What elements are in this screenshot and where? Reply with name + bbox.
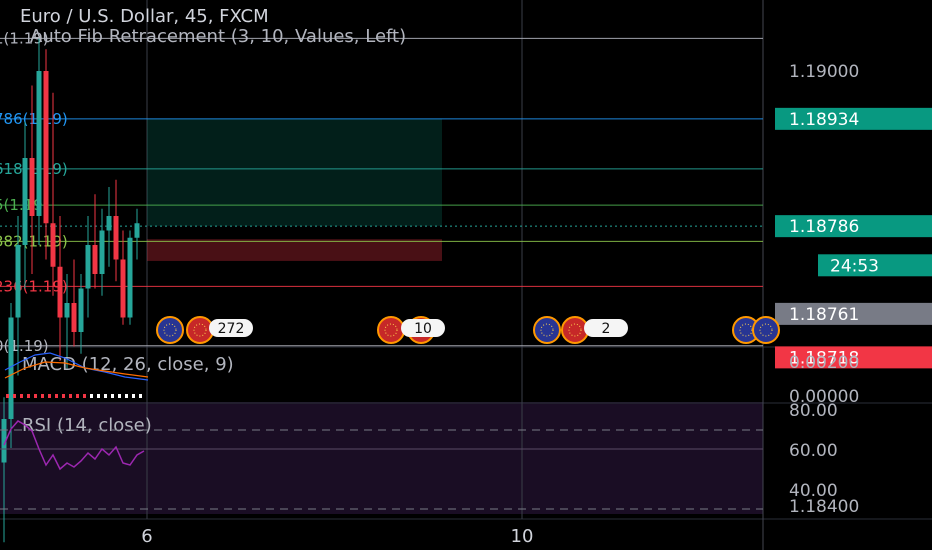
macd-tick-label: 0.00200 — [789, 353, 859, 373]
macd-histogram-bar — [55, 394, 58, 398]
candle-body — [15, 245, 21, 318]
macd-label: MACD (12, 26, close, 9) — [22, 354, 234, 375]
eu-flag-icon — [186, 316, 214, 344]
event-count-label: 272 — [218, 321, 245, 337]
candle-body — [99, 230, 105, 274]
macd-histogram-bar — [48, 394, 51, 398]
macd-histogram-bar — [6, 394, 9, 398]
event-count-label: 10 — [414, 321, 432, 337]
macd-histogram-bar — [34, 394, 37, 398]
macd-histogram-bar — [118, 394, 121, 398]
candle-body — [50, 223, 56, 267]
rsi-label: RSI (14, close) — [22, 415, 152, 436]
macd-histogram-bar — [13, 394, 16, 398]
macd-histogram-bar — [62, 394, 65, 398]
fib-level-label: 382(1.19) — [0, 232, 68, 250]
macd-histogram-bar — [139, 394, 142, 398]
macd-histogram-bar — [69, 394, 72, 398]
candle-body — [43, 71, 49, 224]
candle-body — [134, 223, 140, 238]
target-zone — [147, 118, 442, 227]
candle-body — [120, 259, 126, 318]
trading-chart[interactable]: 618(1.19)414(1.19)272(1.19)1(1.19)786(1.… — [0, 0, 932, 550]
chart-canvas[interactable]: 618(1.19)414(1.19)272(1.19)1(1.19)786(1.… — [0, 0, 932, 550]
macd-histogram-bar — [41, 394, 44, 398]
candle-body — [36, 71, 42, 216]
event-count-label: 2 — [602, 321, 611, 337]
macd-histogram-bar — [27, 394, 30, 398]
rsi-tick-label: 40.00 — [789, 481, 838, 501]
stop-zone — [147, 239, 442, 261]
fib-level-label: 0(1.19) — [0, 337, 49, 355]
us-flag-icon — [377, 316, 405, 344]
candle-body — [29, 158, 35, 216]
macd-histogram-bar — [111, 394, 114, 398]
candle-body — [71, 303, 77, 332]
price-tick-label: 1.19000 — [789, 62, 859, 82]
eu-flag-icon — [533, 316, 561, 344]
candle-body — [85, 245, 91, 289]
eu-flag-icon — [156, 316, 184, 344]
macd-histogram-bar — [97, 394, 100, 398]
candle-body — [64, 303, 70, 318]
time-tick-label: 6 — [141, 526, 152, 547]
macd-histogram-bar — [83, 394, 86, 398]
economic-event-eu[interactable] — [732, 316, 780, 344]
candle-body — [57, 266, 63, 318]
macd-histogram-bar — [90, 394, 93, 398]
price-badge-label: 1.18786 — [789, 217, 859, 237]
rsi-tick-label: 60.00 — [789, 441, 838, 461]
indicator-label: Auto Fib Retracement (3, 10, Values, Lef… — [30, 26, 406, 47]
time-tick-label: 10 — [511, 526, 534, 547]
macd-histogram-bar — [76, 394, 79, 398]
candle-body — [22, 158, 28, 245]
candle-body — [78, 288, 84, 332]
eu-flag-icon — [752, 316, 780, 344]
rsi-tick-label: 80.00 — [789, 401, 838, 421]
price-badge-label: 1.18934 — [789, 110, 859, 130]
price-badge-label: 24:53 — [830, 256, 879, 276]
candle-body — [113, 216, 119, 260]
macd-histogram-bar — [132, 394, 135, 398]
chart-title: Euro / U.S. Dollar, 45, FXCM — [20, 6, 269, 27]
macd-histogram-bar — [125, 394, 128, 398]
fib-level-label: 786(1.19) — [0, 110, 68, 128]
candle-body — [106, 216, 112, 231]
macd-histogram-bar — [20, 394, 23, 398]
eu-flag-icon — [561, 316, 589, 344]
candle-body — [92, 245, 98, 274]
macd-histogram-bar — [104, 394, 107, 398]
candle-body — [127, 237, 133, 318]
price-badge-label: 1.18761 — [789, 305, 859, 325]
